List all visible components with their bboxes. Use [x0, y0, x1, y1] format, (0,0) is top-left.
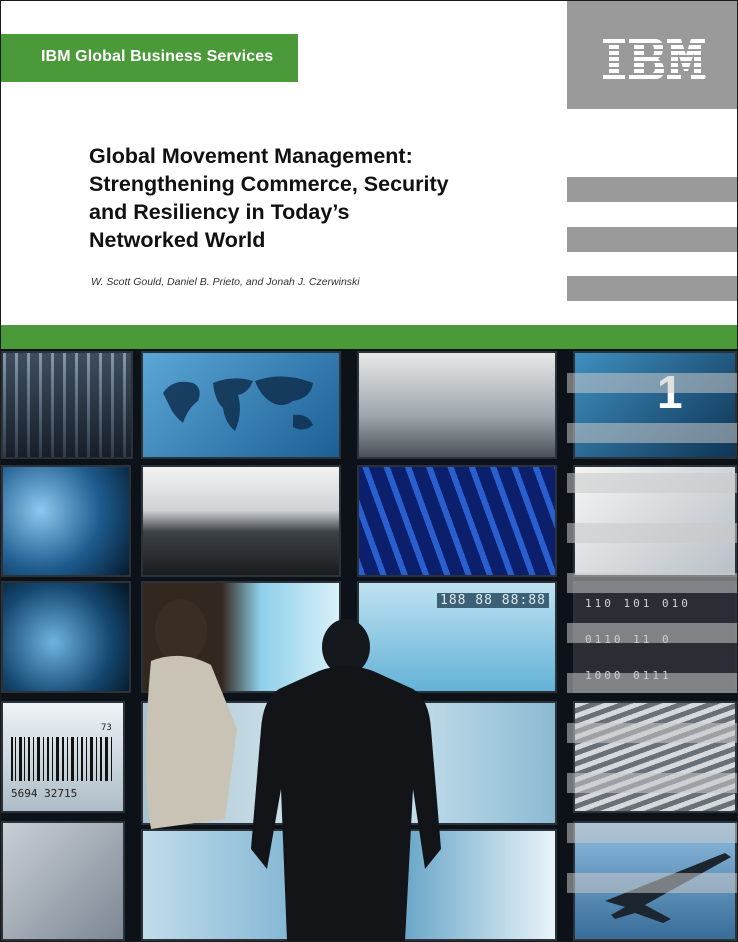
gray-stripe	[567, 227, 737, 252]
title-line: Global Movement Management:	[89, 144, 413, 168]
title-line: Strengthening Commerce, Security	[89, 172, 449, 196]
gray-stripe	[567, 177, 737, 202]
report-title: Global Movement Management: Strengthenin…	[89, 142, 529, 254]
authors-line: W. Scott Gould, Daniel B. Prieto, and Jo…	[91, 276, 360, 288]
gray-stripe	[567, 276, 737, 301]
report-cover: IBM Global Business Services Global Move…	[0, 0, 738, 942]
green-divider	[1, 325, 737, 349]
ibm-logo-icon	[603, 39, 706, 79]
title-line: and Resiliency in Today’s	[89, 200, 350, 224]
division-label: IBM Global Business Services	[41, 48, 274, 65]
cover-photo: 1 188 88 88:88 110 101 010 0110 11 0 100…	[1, 349, 737, 941]
title-line: Networked World	[89, 228, 266, 252]
woman-figure	[146, 599, 237, 829]
division-banner: IBM Global Business Services	[1, 34, 298, 82]
brand-block	[567, 1, 737, 109]
